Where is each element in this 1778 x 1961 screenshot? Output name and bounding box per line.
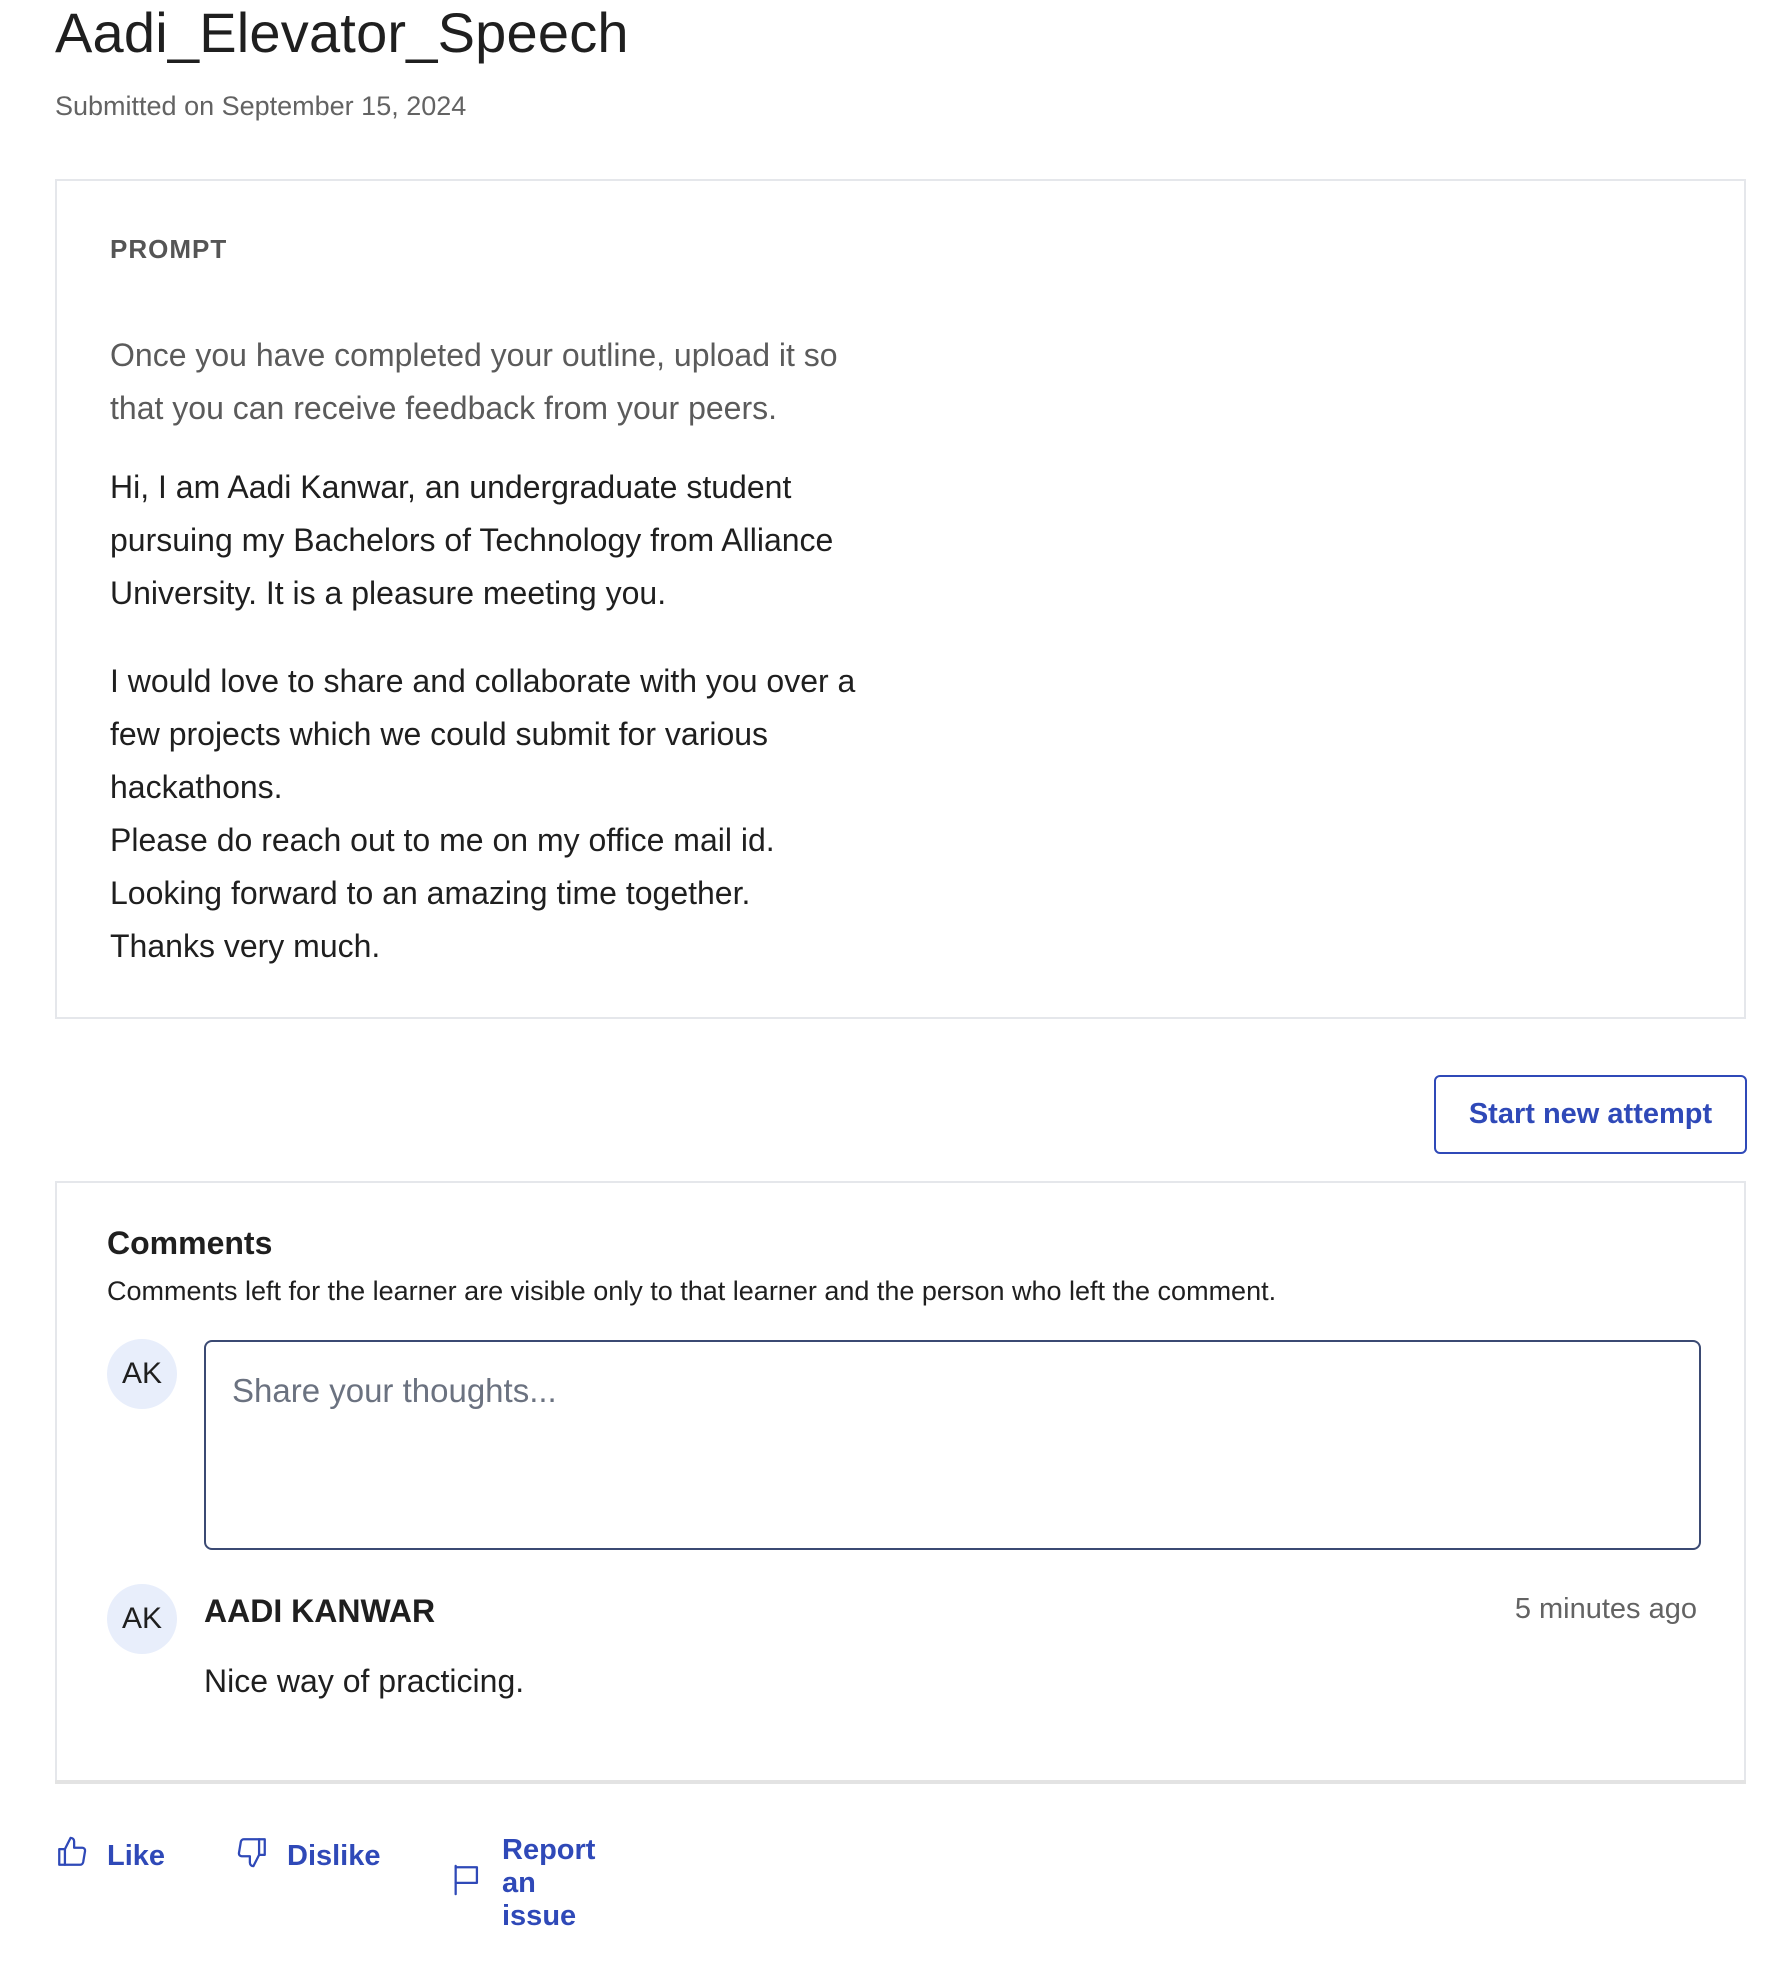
page-title: Aadi_Elevator_Speech: [55, 1, 629, 64]
comment-text: Nice way of practicing.: [204, 1663, 525, 1699]
dislike-button[interactable]: Dislike: [235, 1834, 381, 1878]
thumbs-down-icon: [235, 1834, 269, 1878]
report-issue-button[interactable]: Report an issue: [450, 1834, 595, 1933]
thumbs-up-icon: [55, 1834, 89, 1878]
like-button[interactable]: Like: [55, 1834, 165, 1878]
prompt-label: PROMPT: [110, 234, 228, 264]
prompt-card: PROMPT Once you have completed your outl…: [55, 179, 1746, 1019]
divider: [55, 1780, 1746, 1784]
comments-section: Comments Comments left for the learner a…: [55, 1181, 1746, 1784]
like-label: Like: [107, 1839, 166, 1872]
comments-description: Comments left for the learner are visibl…: [107, 1276, 1277, 1306]
submission-text: Hi, I am Aadi Kanwar, an undergraduate s…: [110, 461, 870, 1008]
submission-paragraph: I would love to share and collaborate wi…: [110, 663, 856, 964]
comment-timestamp: 5 minutes ago: [1514, 1593, 1697, 1625]
submission-date: Submitted on September 15, 2024: [55, 91, 467, 121]
comment-author: AADI KANWAR: [204, 1593, 436, 1629]
comments-title: Comments: [107, 1225, 273, 1261]
submission-paragraph: Hi, I am Aadi Kanwar, an undergraduate s…: [110, 469, 834, 611]
prompt-instructions: Once you have completed your outline, up…: [110, 337, 838, 426]
avatar: AK: [107, 1339, 177, 1409]
start-new-attempt-button[interactable]: Start new attempt: [1434, 1075, 1747, 1154]
avatar: AK: [107, 1584, 177, 1654]
report-label: Report an issue: [502, 1834, 596, 1932]
flag-icon: [450, 1862, 484, 1906]
dislike-label: Dislike: [287, 1839, 381, 1872]
comment-input[interactable]: [204, 1340, 1701, 1550]
